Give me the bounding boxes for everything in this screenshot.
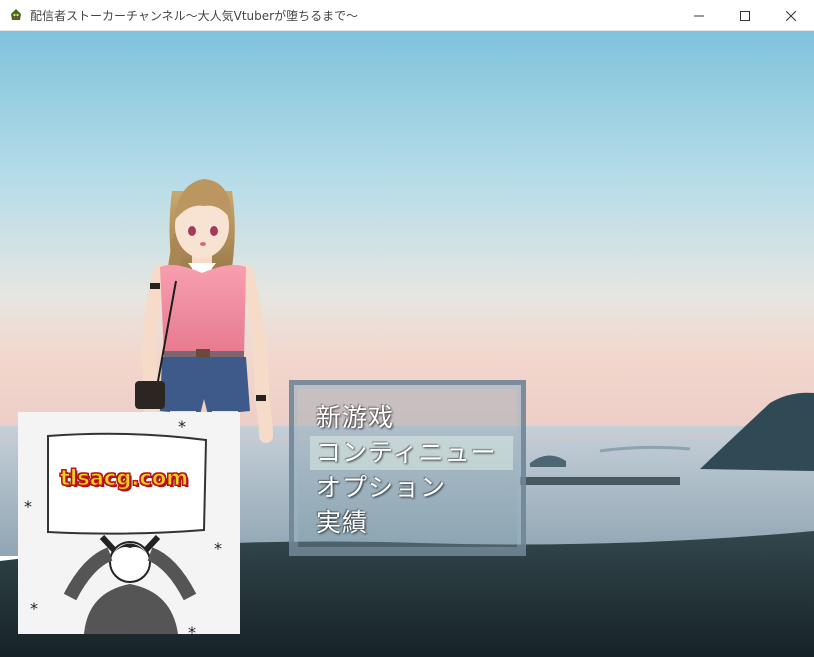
svg-text:*: *: [24, 497, 32, 516]
minimize-button[interactable]: [676, 0, 722, 31]
title-bar: 配信者ストーカーチャンネル～大人気Vtuberが堕ちるまで～: [0, 0, 814, 31]
window-title: 配信者ストーカーチャンネル～大人気Vtuberが堕ちるまで～: [30, 8, 359, 23]
close-button[interactable]: [768, 0, 814, 31]
app-icon: [8, 7, 24, 23]
svg-text:*: *: [30, 599, 38, 618]
window-controls: [676, 0, 814, 31]
svg-text:*: *: [178, 417, 186, 436]
svg-text:*: *: [188, 623, 196, 634]
menu-new-game[interactable]: 新游戏: [310, 401, 400, 435]
watermark-text: tlsacg.com: [59, 466, 189, 491]
game-window: 配信者ストーカーチャンネル～大人気Vtuberが堕ちるまで～ 新游戏 コンティニ…: [0, 0, 814, 657]
watermark-illustration: * * * * *: [24, 417, 222, 634]
maximize-icon: [740, 10, 750, 21]
close-icon: [786, 10, 796, 21]
title-menu: 新游戏 コンティニュー オプション 実績: [289, 380, 526, 556]
game-screen[interactable]: 新游戏 コンティニュー オプション 実績 * * * * * tlsacg.co…: [0, 31, 814, 657]
maximize-button[interactable]: [722, 0, 768, 31]
svg-text:*: *: [214, 539, 222, 558]
watermark-image: * * * * * tlsacg.com: [18, 412, 240, 634]
menu-options[interactable]: オプション: [310, 471, 452, 505]
menu-achievements[interactable]: 実績: [310, 506, 374, 540]
menu-continue[interactable]: コンティニュー: [310, 436, 513, 470]
minimize-icon: [694, 15, 704, 16]
